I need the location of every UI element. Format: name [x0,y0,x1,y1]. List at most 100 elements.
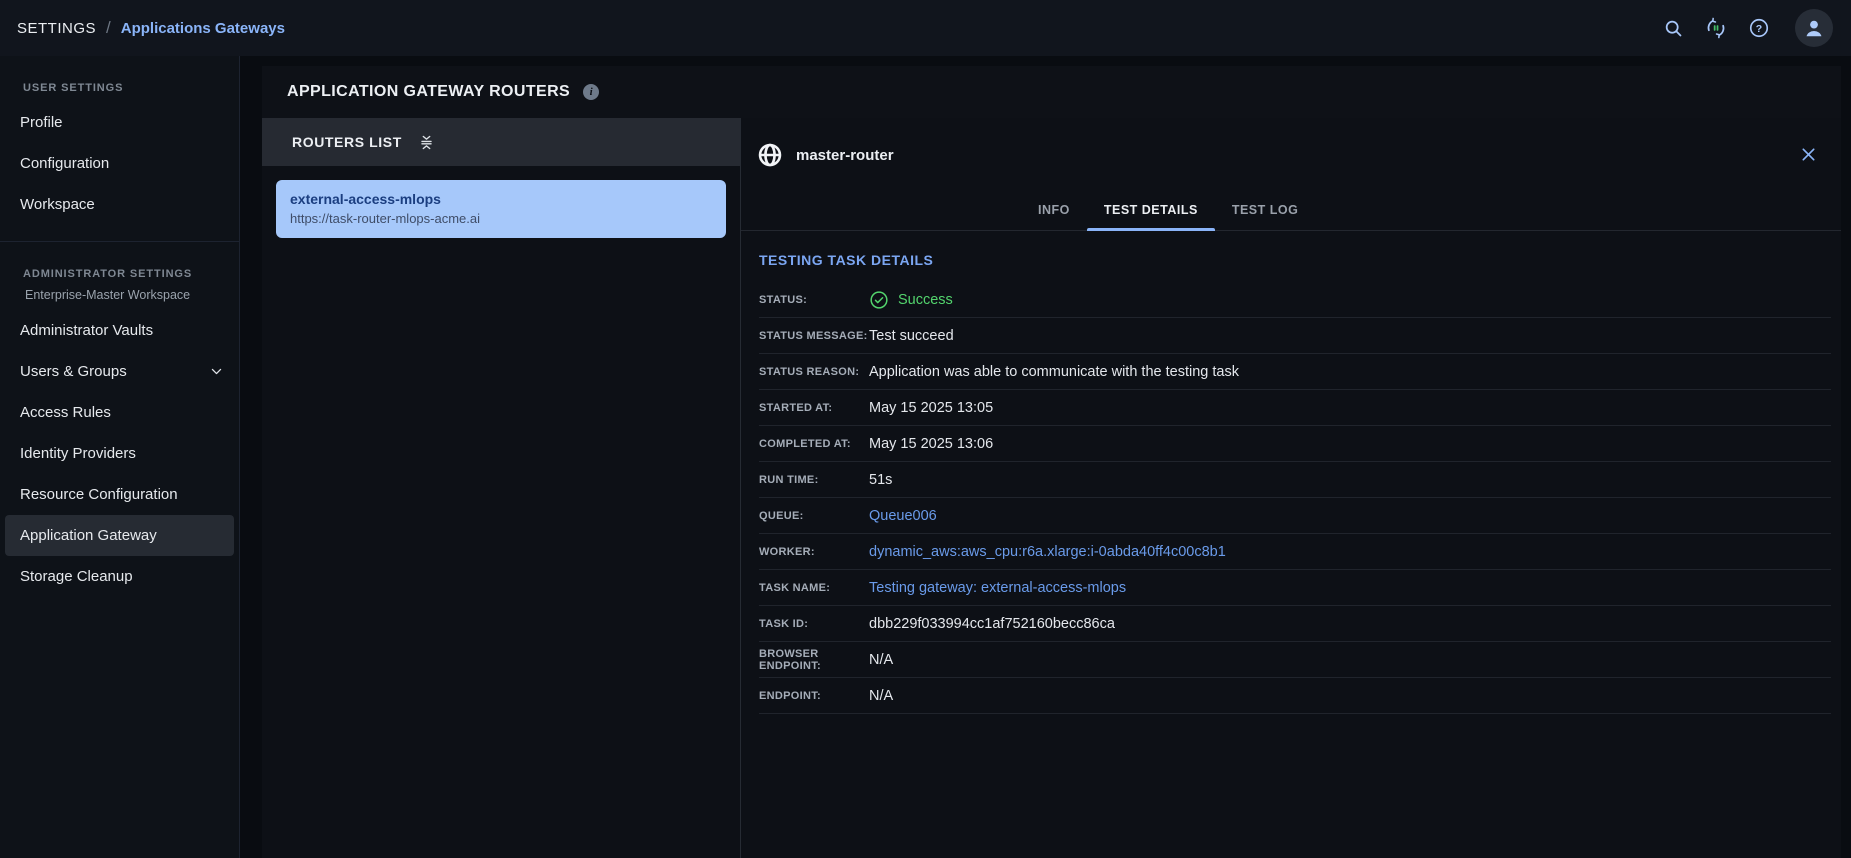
detail-row-value[interactable]: dynamic_aws:aws_cpu:r6a.xlarge:i-0abda40… [869,544,1226,560]
settings-sidebar: USER SETTINGS Profile Configuration Worksp… [0,56,240,858]
detail-row-value: N/A [869,688,893,704]
sidebar-item-label: Access Rules [20,404,111,421]
testing-task-details-table: STATUS: Success STATUS MESSAGE:Test succee… [759,282,1831,714]
breadcrumb: SETTINGS / Applications Gateways [17,18,285,38]
person-icon [1802,16,1826,40]
detail-row-label: STATUS: [759,294,869,306]
user-settings-items: Profile Configuration Workspace [0,102,239,225]
routers-list-title: ROUTERS LIST [292,134,402,150]
svg-text:?: ? [1756,23,1762,35]
sidebar-item-application-gateway[interactable]: Application Gateway [5,515,234,556]
detail-row-label: TASK NAME: [759,582,869,594]
collapse-sort-icon[interactable] [419,135,434,150]
detail-row-task-name: TASK NAME:Testing gateway: external-acce… [759,570,1831,606]
detail-row-worker: WORKER:dynamic_aws:aws_cpu:r6a.xlarge:i-… [759,534,1831,570]
sidebar-item-label: Users & Groups [20,363,127,380]
detail-row-value: May 15 2025 13:05 [869,400,993,416]
sidebar-item-configuration[interactable]: Configuration [0,143,239,184]
search-icon[interactable] [1662,17,1684,39]
sidebar-item-access-rules[interactable]: Access Rules [0,392,239,433]
breadcrumb-separator: / [106,18,111,38]
detail-row-value: 51s [869,472,892,488]
detail-row-endpoint: ENDPOINT:N/A [759,678,1831,714]
detail-row-label: STATUS REASON: [759,366,869,378]
administrator-settings-header: ADMINISTRATOR SETTINGS [23,268,239,280]
top-bar: SETTINGS / Applications Gateways ? [0,0,1851,56]
sidebar-item-profile[interactable]: Profile [0,102,239,143]
sidebar-item-label: Resource Configuration [20,486,178,503]
info-icon[interactable]: i [583,84,599,100]
page-header: APPLICATION GATEWAY ROUTERS i [262,66,1841,118]
detail-tabs: INFOTEST DETAILSTEST LOG [1021,190,1315,230]
detail-row-status-reason: STATUS REASON:Application was able to co… [759,354,1831,390]
detail-row-value[interactable]: Testing gateway: external-access-mlops [869,580,1126,596]
detail-row-status-message: STATUS MESSAGE:Test succeed [759,318,1831,354]
detail-row-label: STARTED AT: [759,402,869,414]
page-title: APPLICATION GATEWAY ROUTERS [287,83,570,101]
sidebar-item-storage-cleanup[interactable]: Storage Cleanup [0,556,239,597]
test-details-content: TESTING TASK DETAILS STATUS:SuccessSTATU… [741,231,1841,714]
router-name-title: master-router [796,147,894,164]
sidebar-item-label: Administrator Vaults [20,322,153,339]
status-value: Success [869,290,953,310]
detail-row-label: COMPLETED AT: [759,438,869,450]
sidebar-item-label: Workspace [20,196,95,213]
routers-list: external-access-mlopshttps://task-router… [262,166,740,252]
router-item-name: external-access-mlops [290,189,712,209]
detail-row-value: Application was able to communicate with… [869,364,1239,380]
detail-row-started-at: STARTED AT:May 15 2025 13:05 [759,390,1831,426]
detail-row-label: ENDPOINT: [759,690,869,702]
sidebar-item-users-groups[interactable]: Users & Groups [0,351,239,392]
detail-row-label: BROWSER ENDPOINT: [759,648,869,672]
user-avatar[interactable] [1795,9,1833,47]
sidebar-divider [0,241,239,242]
detail-row-label: WORKER: [759,546,869,558]
sidebar-item-label: Storage Cleanup [20,568,133,585]
close-icon[interactable] [1800,146,1817,163]
detail-row-queue: QUEUE:Queue006 [759,498,1831,534]
auto-refresh-icon[interactable] [1705,17,1727,39]
sidebar-item-identity-providers[interactable]: Identity Providers [0,433,239,474]
sidebar-item-label: Profile [20,114,63,131]
router-detail-panel: master-router INFOTEST DETAILSTEST LOG T… [740,118,1841,858]
workspace-name-label: Enterprise-Master Workspace [25,288,239,302]
detail-row-value: N/A [869,652,893,668]
detail-row-label: RUN TIME: [759,474,869,486]
sidebar-item-resource-configuration[interactable]: Resource Configuration [0,474,239,515]
tab-test-log[interactable]: TEST LOG [1215,190,1316,230]
sidebar-item-administrator-vaults[interactable]: Administrator Vaults [0,310,239,351]
sidebar-item-label: Configuration [20,155,109,172]
administrator-settings-items: Administrator Vaults Users & Groups Access… [0,310,239,597]
detail-row-label: QUEUE: [759,510,869,522]
detail-row-label: TASK ID: [759,618,869,630]
globe-icon [757,142,783,168]
detail-row-value[interactable]: Queue006 [869,508,937,524]
detail-row-task-id: TASK ID:dbb229f033994cc1af752160becc86ca [759,606,1831,642]
routers-list-header: ROUTERS LIST [262,118,740,166]
router-list-item-external-access-mlops[interactable]: external-access-mlopshttps://task-router… [276,180,726,238]
detail-row-value: dbb229f033994cc1af752160becc86ca [869,616,1115,632]
breadcrumb-settings[interactable]: SETTINGS [17,20,96,37]
sidebar-item-label: Identity Providers [20,445,136,462]
router-detail-header: master-router INFOTEST DETAILSTEST LOG [741,118,1841,231]
user-settings-header: USER SETTINGS [23,82,239,94]
detail-row-value: Test succeed [869,328,954,344]
sidebar-item-workspace[interactable]: Workspace [0,184,239,225]
sidebar-item-label: Application Gateway [20,527,157,544]
check-circle-icon [869,290,889,310]
chevron-down-icon [210,365,223,378]
main-content: APPLICATION GATEWAY ROUTERS i ROUTERS LI… [240,56,1851,858]
detail-row-label: STATUS MESSAGE: [759,330,869,342]
tab-test-details[interactable]: TEST DETAILS [1087,190,1215,230]
help-icon[interactable]: ? [1748,17,1770,39]
detail-row-value: May 15 2025 13:06 [869,436,993,452]
detail-row-run-time: RUN TIME:51s [759,462,1831,498]
detail-row-completed-at: COMPLETED AT:May 15 2025 13:06 [759,426,1831,462]
router-item-url: https://task-router-mlops-acme.ai [290,209,712,229]
detail-row-status: STATUS: Success [759,282,1831,318]
breadcrumb-current-page: Applications Gateways [121,20,285,37]
routers-list-panel: ROUTERS LIST external-access-mlopshttps:… [262,118,740,858]
status-text: Success [898,292,953,308]
topbar-actions: ? [1662,9,1833,47]
tab-info[interactable]: INFO [1021,190,1087,230]
